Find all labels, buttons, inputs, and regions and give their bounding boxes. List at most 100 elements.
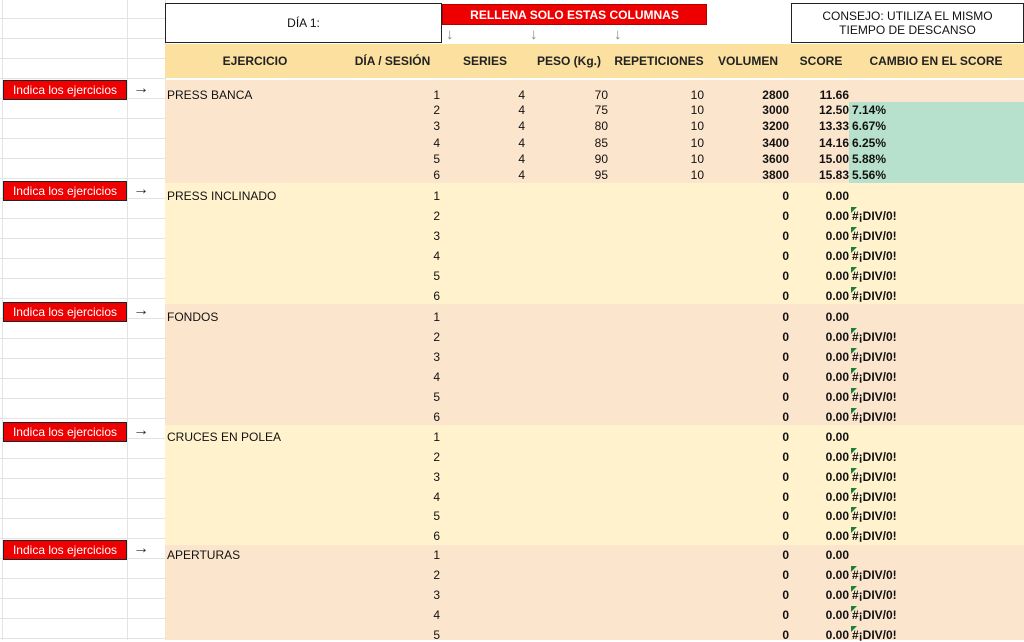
volume-cell: 0 [782, 289, 789, 303]
right-arrow-icon: → [133, 80, 149, 97]
volume-cell: 0 [782, 189, 789, 203]
grid-line [0, 378, 165, 379]
div-zero-error: #¡DIV/0! [852, 289, 897, 303]
session-cell[interactable]: 2 [400, 450, 440, 464]
reps-cell[interactable]: 10 [664, 168, 704, 182]
grid-line [0, 18, 165, 19]
score-cell: 0.00 [825, 470, 849, 484]
indica-ejercicios-tag[interactable]: Indica los ejercicios [3, 540, 127, 560]
session-cell[interactable]: 4 [400, 608, 440, 622]
reps-cell[interactable]: 10 [664, 88, 704, 102]
session-cell[interactable]: 1 [400, 88, 440, 102]
weight-cell[interactable]: 70 [568, 88, 608, 102]
reps-cell[interactable]: 10 [664, 119, 704, 133]
score-cell: 0.00 [825, 568, 849, 582]
session-cell[interactable]: 4 [400, 370, 440, 384]
session-cell[interactable]: 2 [400, 568, 440, 582]
indica-ejercicios-tag[interactable]: Indica los ejercicios [3, 181, 127, 201]
grid-line [0, 138, 165, 139]
volume-cell: 0 [782, 450, 789, 464]
score-cell: 0.00 [825, 269, 849, 283]
volume-cell: 0 [782, 568, 789, 582]
div-zero-error: #¡DIV/0! [852, 269, 897, 283]
volume-cell: 0 [782, 330, 789, 344]
session-cell[interactable]: 3 [400, 470, 440, 484]
div-zero-error: #¡DIV/0! [852, 588, 897, 602]
volume-cell: 0 [782, 269, 789, 283]
reps-cell[interactable]: 10 [664, 152, 704, 166]
weight-cell[interactable]: 90 [568, 152, 608, 166]
score-cell: 15.00 [818, 152, 849, 166]
weight-cell[interactable]: 80 [568, 119, 608, 133]
reps-cell[interactable]: 10 [664, 103, 704, 117]
volume-cell: 0 [782, 470, 789, 484]
down-arrow-icon: ↓ [446, 26, 454, 43]
session-cell[interactable]: 6 [400, 529, 440, 543]
session-cell[interactable]: 4 [400, 490, 440, 504]
session-cell[interactable]: 2 [400, 330, 440, 344]
right-arrow-icon: → [133, 302, 149, 319]
session-cell[interactable]: 6 [400, 168, 440, 182]
div-zero-error: #¡DIV/0! [852, 529, 897, 543]
weight-cell[interactable]: 75 [568, 103, 608, 117]
series-cell[interactable]: 4 [485, 152, 525, 166]
session-cell[interactable]: 3 [400, 229, 440, 243]
session-cell[interactable]: 1 [400, 189, 440, 203]
session-cell[interactable]: 3 [400, 350, 440, 364]
session-cell[interactable]: 5 [400, 509, 440, 523]
exercise-name[interactable]: CRUCES EN POLEA [167, 430, 281, 444]
session-cell[interactable]: 5 [400, 390, 440, 404]
score-cell: 0.00 [825, 390, 849, 404]
weight-cell[interactable]: 85 [568, 136, 608, 150]
tip-cell[interactable]: CONSEJO: UTILIZA EL MISMO TIEMPO DE DESC… [791, 3, 1024, 43]
session-cell[interactable]: 2 [400, 103, 440, 117]
weight-cell[interactable]: 95 [568, 168, 608, 182]
session-cell[interactable]: 4 [400, 136, 440, 150]
session-cell[interactable]: 2 [400, 209, 440, 223]
session-cell[interactable]: 1 [400, 430, 440, 444]
indica-ejercicios-tag[interactable]: Indica los ejercicios [3, 422, 127, 442]
session-cell[interactable]: 6 [400, 289, 440, 303]
session-cell[interactable]: 6 [400, 410, 440, 424]
indica-ejercicios-tag[interactable]: Indica los ejercicios [3, 302, 127, 322]
col-header-cambio: CAMBIO EN EL SCORE [869, 54, 1003, 68]
right-arrow-icon: → [133, 422, 149, 439]
volume-cell: 0 [782, 390, 789, 404]
reps-cell[interactable]: 10 [664, 136, 704, 150]
exercise-name[interactable]: PRESS INCLINADO [167, 189, 276, 203]
exercise-name[interactable]: FONDOS [167, 310, 218, 324]
session-cell[interactable]: 3 [400, 588, 440, 602]
col-header-series: SERIES [462, 54, 507, 68]
score-cell: 0.00 [825, 370, 849, 384]
series-cell[interactable]: 4 [485, 168, 525, 182]
score-cell: 11.66 [819, 88, 849, 102]
score-cell: 0.00 [825, 529, 849, 543]
session-cell[interactable]: 5 [400, 269, 440, 283]
series-cell[interactable]: 4 [485, 136, 525, 150]
series-cell[interactable]: 4 [485, 119, 525, 133]
exercise-name[interactable]: PRESS BANCA [167, 88, 252, 102]
series-cell[interactable]: 4 [485, 103, 525, 117]
exercise-name[interactable]: APERTURAS [167, 548, 240, 562]
tip-line-1: CONSEJO: UTILIZA EL MISMO [822, 9, 993, 23]
tag-label: Indica los ejercicios [12, 184, 118, 198]
tag-label: Indica los ejercicios [12, 543, 118, 557]
session-cell[interactable]: 4 [400, 249, 440, 263]
session-cell[interactable]: 5 [400, 152, 440, 166]
grid-line [0, 238, 165, 239]
score-cell: 12.50 [818, 103, 849, 117]
col-header-repeticiones: REPETICIONES [614, 54, 704, 68]
session-cell[interactable]: 1 [400, 548, 440, 562]
day-label-cell[interactable]: DÍA 1: [165, 3, 442, 43]
volume-cell: 0 [782, 410, 789, 424]
session-cell[interactable]: 1 [400, 310, 440, 324]
div-zero-error: #¡DIV/0! [852, 249, 897, 263]
grid-line [0, 118, 165, 119]
grid-line [0, 618, 165, 619]
score-cell: 0.00 [825, 249, 849, 263]
div-zero-error: #¡DIV/0! [852, 410, 897, 424]
grid-line [0, 218, 165, 219]
session-cell[interactable]: 3 [400, 119, 440, 133]
indica-ejercicios-tag[interactable]: Indica los ejercicios [3, 80, 127, 100]
series-cell[interactable]: 4 [485, 88, 525, 102]
